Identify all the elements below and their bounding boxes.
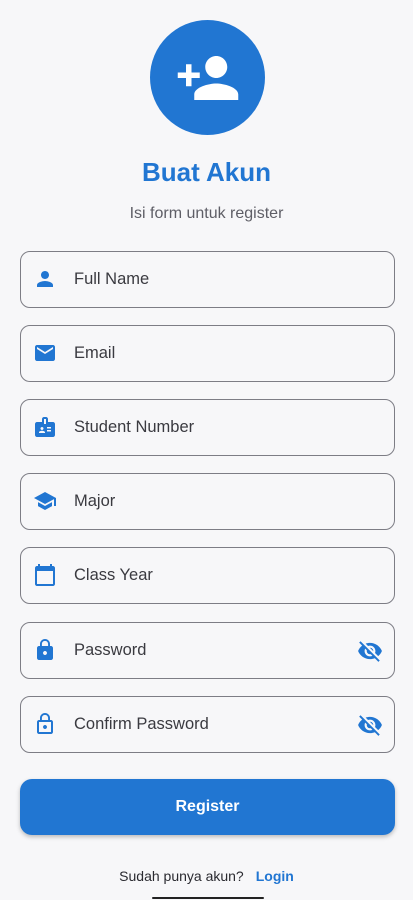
major-input[interactable]: [74, 474, 344, 529]
class-year-input[interactable]: [74, 548, 344, 603]
confirm-password-input[interactable]: [74, 697, 344, 752]
person-add-icon: [177, 55, 238, 100]
login-prompt: Sudah punya akun? Login: [0, 868, 413, 884]
page-subtitle: Isi form untuk register: [129, 205, 284, 222]
school-icon: [34, 492, 56, 510]
email-field[interactable]: [20, 325, 395, 382]
major-field[interactable]: [20, 473, 395, 530]
login-prompt-text: Sudah punya akun?: [119, 868, 244, 884]
person-icon: [37, 271, 53, 287]
register-button[interactable]: Register: [20, 779, 395, 835]
lock-icon: [37, 639, 53, 660]
email-input[interactable]: [74, 326, 344, 381]
class-year-field[interactable]: [20, 547, 395, 604]
page-title: Buat Akun: [141, 157, 272, 187]
login-link[interactable]: Login: [256, 868, 294, 884]
full-name-input[interactable]: [74, 252, 344, 307]
badge-icon: [35, 417, 55, 437]
student-number-input[interactable]: [74, 400, 344, 455]
confirm-password-field[interactable]: [20, 696, 395, 753]
password-input[interactable]: [74, 623, 344, 678]
home-indicator: [152, 897, 264, 899]
avatar: [150, 20, 265, 135]
student-number-field[interactable]: [20, 399, 395, 456]
visibility-off-icon[interactable]: [357, 712, 383, 738]
email-icon: [35, 345, 55, 361]
lock-outline-icon: [37, 713, 53, 734]
password-field[interactable]: [20, 622, 395, 679]
full-name-field[interactable]: [20, 251, 395, 308]
visibility-off-icon[interactable]: [357, 638, 383, 664]
calendar-icon: [35, 564, 55, 586]
